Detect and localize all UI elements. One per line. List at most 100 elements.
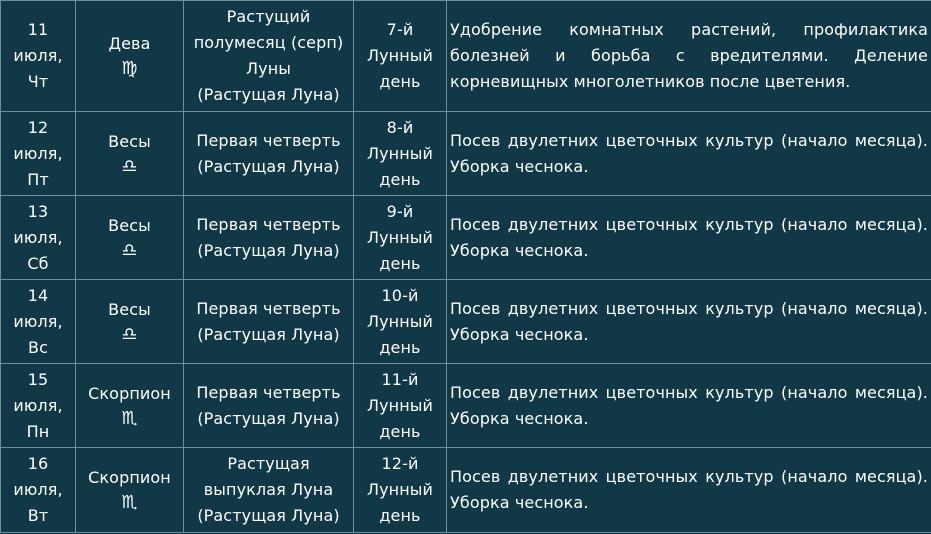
weekday: Пн [26, 421, 50, 441]
task-text: Посев двулетних цветочных культур (начал… [450, 382, 928, 428]
moon-phase-line: полумесяц (серп) [193, 33, 344, 52]
lunar-day-label: Лунный [366, 46, 434, 65]
lunar-day-number: 10-й [381, 285, 419, 305]
day-number: 14 [27, 285, 49, 305]
weekday: Чт [27, 72, 49, 91]
month: июля, [13, 143, 63, 163]
task-cell: Посев двулетних цветочных культур (начал… [446, 279, 931, 364]
moon-phase-line: (Растущая Луна) [197, 240, 340, 260]
lunar-day-cell: 11-й Лунный день [353, 363, 447, 448]
task-text: Посев двулетних цветочных культур (начал… [450, 467, 928, 512]
date-cell: 15 июля, Пн [0, 363, 76, 448]
zodiac-cell: Весы ♎ [75, 195, 184, 280]
table-row: 13 июля, Сб Весы ♎ Первая четверть (Раст… [0, 195, 931, 280]
moon-phase-line: (Растущая Луна) [197, 324, 340, 344]
table-row: 12 июля, Пт Весы ♎ Первая четверть (Раст… [0, 111, 931, 196]
table-row: 16 июля, Вт Скорпион ♏ Растущая выпуклая… [0, 447, 931, 533]
lunar-day-label: Лунный [366, 480, 434, 499]
zodiac-sign: Весы [108, 299, 151, 319]
lunar-day-cell: 12-й Лунный день [353, 447, 447, 533]
scorpio-icon: ♏ [121, 407, 138, 429]
lunar-day-cell: 9-й Лунный день [353, 195, 447, 280]
day-number: 15 [27, 369, 49, 389]
zodiac-sign: Весы [108, 131, 151, 151]
moon-phase-cell: Растущая выпуклая Луна (Растущая Луна) [183, 447, 354, 533]
date-cell: 16 июля, Вт [0, 447, 76, 533]
moon-phase-cell: Первая четверть (Растущая Луна) [183, 363, 354, 448]
task-cell: Посев двулетних цветочных культур (начал… [446, 111, 931, 196]
date-cell: 11 июля, Чт [0, 0, 76, 112]
moon-phase-line: Растущая [227, 454, 310, 473]
day-number: 12 [27, 117, 49, 137]
task-cell: Посев двулетних цветочных культур (начал… [446, 363, 931, 448]
moon-phase-line: Растущий [226, 7, 311, 26]
task-text: Посев двулетних цветочных культур (начал… [450, 214, 928, 260]
task-text: Посев двулетних цветочных культур (начал… [450, 130, 928, 176]
day-number: 16 [27, 454, 49, 473]
lunar-day-number: 12-й [381, 454, 419, 473]
weekday: Сб [27, 253, 49, 273]
lunar-day-cell: 7-й Лунный день [353, 0, 447, 112]
moon-phase-line: (Растущая Луна) [197, 156, 340, 176]
scorpio-icon: ♏ [121, 492, 138, 513]
libra-icon: ♎ [121, 239, 138, 261]
moon-phase-line: выпуклая Луна [203, 480, 334, 499]
lunar-calendar-table: 11 июля, Чт Дева ♍ Растущий полумесяц (с… [0, 0, 931, 533]
zodiac-cell: Весы ♎ [75, 111, 184, 196]
zodiac-cell: Скорпион ♏ [75, 447, 184, 533]
lunar-day-number: 8-й [386, 117, 414, 137]
month: июля, [13, 480, 63, 499]
zodiac-cell: Дева ♍ [75, 0, 184, 112]
lunar-day-label: Лунный [366, 311, 434, 331]
moon-phase-line: Луны [246, 59, 291, 78]
table-row: 11 июля, Чт Дева ♍ Растущий полумесяц (с… [0, 0, 931, 112]
lunar-day-number: 9-й [386, 201, 414, 221]
moon-phase-line: Первая четверть [196, 214, 341, 234]
lunar-day-label: день [379, 169, 421, 189]
moon-phase-line: Первая четверть [196, 298, 341, 318]
lunar-day-label: день [379, 506, 421, 525]
moon-phase-line: Первая четверть [196, 382, 341, 402]
task-text: Удобрение комнатных растений, профилакти… [450, 20, 928, 91]
task-cell: Посев двулетних цветочных культур (начал… [446, 195, 931, 280]
month: июля, [13, 395, 63, 415]
lunar-day-number: 7-й [386, 20, 414, 39]
task-text: Посев двулетних цветочных культур (начал… [450, 298, 928, 344]
date-cell: 14 июля, Вс [0, 279, 76, 364]
virgo-icon: ♍ [121, 58, 138, 79]
zodiac-cell: Весы ♎ [75, 279, 184, 364]
table-row: 14 июля, Вс Весы ♎ Первая четверть (Раст… [0, 279, 931, 364]
lunar-day-label: день [379, 253, 421, 273]
day-number: 11 [27, 20, 49, 39]
task-cell: Удобрение комнатных растений, профилакти… [446, 0, 931, 112]
lunar-day-cell: 10-й Лунный день [353, 279, 447, 364]
lunar-day-label: Лунный [366, 143, 434, 163]
date-cell: 12 июля, Пт [0, 111, 76, 196]
zodiac-sign: Скорпион [88, 468, 171, 487]
lunar-day-label: день [379, 72, 421, 91]
day-number: 13 [27, 201, 49, 221]
moon-phase-cell: Первая четверть (Растущая Луна) [183, 279, 354, 364]
zodiac-sign: Весы [108, 215, 151, 235]
lunar-day-cell: 8-й Лунный день [353, 111, 447, 196]
weekday: Пт [27, 169, 49, 189]
weekday: Вс [28, 337, 48, 357]
task-cell: Посев двулетних цветочных культур (начал… [446, 447, 931, 533]
moon-phase-line: (Растущая Луна) [197, 85, 340, 104]
moon-phase-line: Первая четверть [196, 130, 341, 150]
table-row: 15 июля, Пн Скорпион ♏ Первая четверть (… [0, 363, 931, 448]
moon-phase-line: (Растущая Луна) [197, 506, 340, 525]
moon-phase-cell: Первая четверть (Растущая Луна) [183, 111, 354, 196]
lunar-day-label: день [379, 421, 421, 441]
weekday: Вт [27, 506, 49, 525]
month: июля, [13, 46, 63, 65]
lunar-day-number: 11-й [381, 369, 419, 389]
lunar-day-label: Лунный [366, 395, 434, 415]
moon-phase-cell: Растущий полумесяц (серп) Луны (Растущая… [183, 0, 354, 112]
lunar-day-label: день [379, 337, 421, 357]
zodiac-cell: Скорпион ♏ [75, 363, 184, 448]
zodiac-sign: Скорпион [88, 383, 171, 403]
zodiac-sign: Дева [108, 34, 151, 53]
month: июля, [13, 311, 63, 331]
moon-phase-line: (Растущая Луна) [197, 408, 340, 428]
